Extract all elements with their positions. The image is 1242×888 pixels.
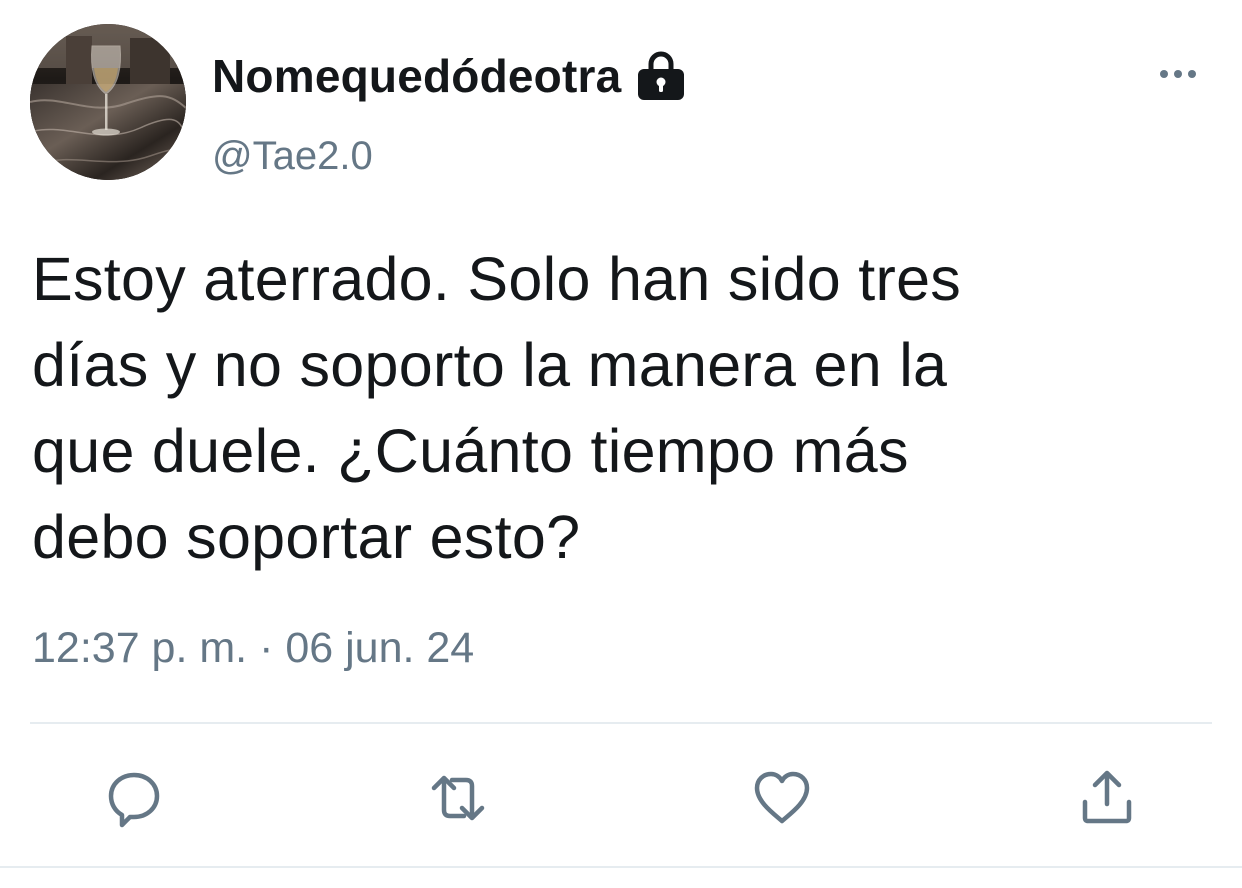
avatar[interactable] [30, 24, 186, 180]
bottom-border [0, 866, 1242, 868]
user-name-row: Nomequedódeotra [212, 44, 689, 108]
retweet-button[interactable] [426, 766, 490, 830]
more-options-icon [1160, 70, 1196, 78]
reply-icon [108, 772, 160, 828]
more-options-button[interactable] [1156, 58, 1200, 90]
like-button[interactable] [750, 766, 814, 830]
tweet-timestamp[interactable]: 12:37 p. m. · 06 jun. 24 [32, 624, 474, 673]
lock-icon [633, 48, 689, 104]
user-handle[interactable]: @Tae2.0 [212, 134, 373, 179]
share-button[interactable] [1075, 766, 1139, 830]
display-name[interactable]: Nomequedódeotra [212, 49, 621, 103]
avatar-wine-glass-image [30, 24, 186, 180]
tweet-text-line: debo soportar esto? [32, 503, 581, 571]
tweet-text-line: días y no soporto la manera en la [32, 331, 948, 399]
tweet-text: Estoy aterrado. Solo han sido tres días … [32, 236, 1212, 580]
tweet-text-line: Estoy aterrado. Solo han sido tres [32, 245, 962, 313]
divider [30, 722, 1212, 724]
share-icon [1082, 770, 1132, 824]
retweet-icon [431, 775, 485, 821]
heart-icon [754, 771, 810, 824]
reply-button[interactable] [102, 766, 166, 830]
tweet-text-line: que duele. ¿Cuánto tiempo más [32, 417, 909, 485]
